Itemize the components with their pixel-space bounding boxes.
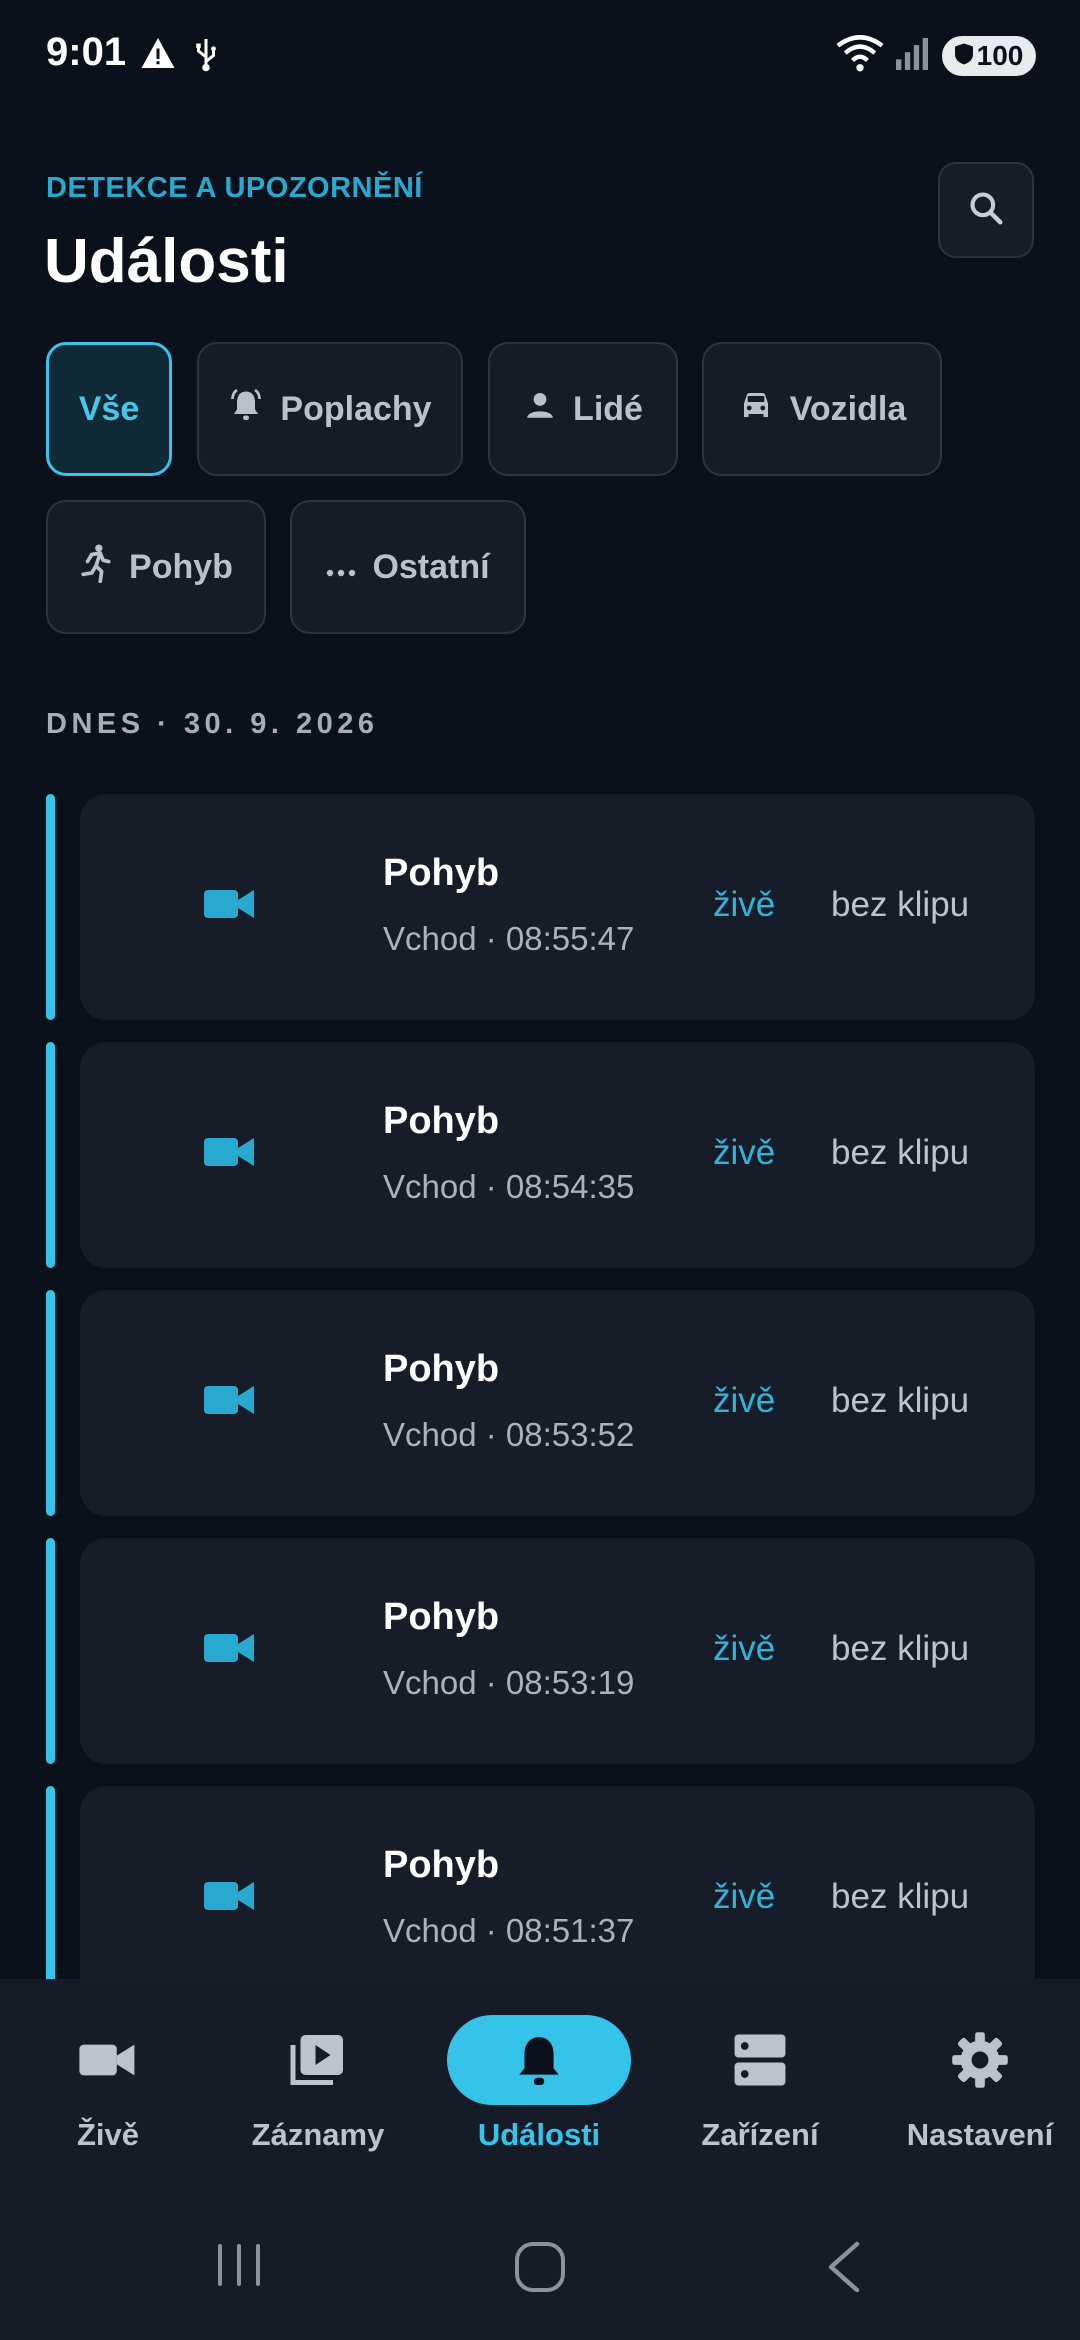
filter-label: Poplachy — [280, 389, 432, 428]
event-clip-status: bez klipu — [831, 1381, 970, 1420]
event-accent-bar — [46, 794, 55, 1020]
event-title: Pohyb — [383, 1596, 500, 1638]
video-camera-icon — [204, 1132, 256, 1177]
car-icon — [738, 388, 774, 431]
nav-label: Záznamy — [251, 2117, 385, 2152]
recent-apps-icon[interactable] — [214, 2240, 264, 2295]
nav-label: Zařízení — [701, 2117, 819, 2152]
status-bar: 9:01 100 — [0, 0, 1080, 110]
filter-chip-people[interactable]: Lidé — [488, 342, 678, 476]
event-title: Pohyb — [383, 1348, 500, 1390]
event-subtitle: Vchod · 08:54:35 — [383, 1168, 635, 1205]
event-subtitle: Vchod · 08:55:47 — [383, 920, 635, 957]
event-card[interactable]: Pohyb Vchod · 08:51:37 živě bez klipu — [80, 1786, 1035, 1979]
nav-item-events[interactable]: Události — [431, 1979, 647, 2199]
alarm-bell-icon — [228, 387, 264, 432]
event-live-link[interactable]: živě — [713, 1381, 775, 1421]
event-live-link[interactable]: živě — [713, 885, 775, 925]
gear-icon — [888, 2015, 1072, 2105]
filter-label: Vozidla — [789, 389, 907, 428]
video-camera-icon — [204, 1380, 256, 1425]
section-eyebrow: DETEKCE A UPOZORNĚNÍ — [46, 172, 423, 204]
warning-icon — [140, 36, 176, 75]
bell-icon — [447, 2015, 631, 2105]
event-card[interactable]: Pohyb Vchod · 08:53:19 živě bez klipu — [80, 1538, 1035, 1764]
event-card[interactable]: Pohyb Vchod · 08:55:47 živě bez klipu — [80, 794, 1035, 1020]
filter-chip-vehicles[interactable]: Vozidla — [702, 342, 942, 476]
search-icon — [967, 189, 1005, 232]
filter-label: Vše — [78, 389, 140, 428]
event-title: Pohyb — [383, 1844, 500, 1886]
video-camera-icon — [204, 1876, 256, 1921]
event-item[interactable]: Pohyb Vchod · 08:53:52 živě bez klipu — [0, 1290, 1080, 1516]
nav-item-live[interactable]: Živě — [0, 1979, 216, 2199]
filter-label: Lidé — [573, 389, 643, 428]
event-item[interactable]: Pohyb Vchod · 08:51:37 živě bez klipu — [0, 1786, 1080, 1979]
event-list: Pohyb Vchod · 08:55:47 živě bez klipu Po… — [0, 794, 1080, 1979]
event-live-link[interactable]: živě — [713, 1133, 775, 1173]
video-camera-icon — [16, 2015, 200, 2105]
event-clip-status: bez klipu — [831, 1877, 970, 1916]
event-accent-bar — [46, 1042, 55, 1268]
filter-chip-alarms[interactable]: Poplachy — [197, 342, 463, 476]
filter-chip-other[interactable]: Ostatní — [290, 500, 526, 634]
event-item[interactable]: Pohyb Vchod · 08:53:19 živě bez klipu — [0, 1538, 1080, 1764]
devices-icon — [668, 2015, 852, 2105]
event-live-link[interactable]: živě — [713, 1877, 775, 1917]
event-item[interactable]: Pohyb Vchod · 08:54:35 živě bez klipu — [0, 1042, 1080, 1268]
nav-item-recordings[interactable]: Záznamy — [210, 1979, 426, 2199]
event-clip-status: bez klipu — [831, 1133, 970, 1172]
signal-icon — [894, 38, 930, 75]
event-subtitle: Vchod · 08:53:52 — [383, 1416, 635, 1453]
search-button[interactable] — [938, 162, 1034, 258]
nav-label: Živě — [76, 2117, 140, 2152]
event-clip-status: bez klipu — [831, 1629, 970, 1668]
back-icon[interactable] — [823, 2240, 863, 2299]
person-icon — [523, 388, 557, 431]
nav-label: Nastavení — [906, 2117, 1054, 2152]
recordings-icon — [226, 2015, 410, 2105]
event-subtitle: Vchod · 08:53:19 — [383, 1664, 635, 1701]
event-accent-bar — [46, 1786, 55, 1979]
event-title: Pohyb — [383, 852, 500, 894]
event-live-link[interactable]: živě — [713, 1629, 775, 1669]
nav-item-settings[interactable]: Nastavení — [872, 1979, 1080, 2199]
more-dots-icon — [326, 548, 356, 587]
filter-label: Pohyb — [129, 547, 233, 586]
battery-indicator: 100 — [942, 36, 1036, 76]
running-person-icon — [79, 543, 113, 592]
event-subtitle: Vchod · 08:51:37 — [383, 1912, 635, 1949]
home-icon[interactable] — [513, 2240, 567, 2299]
event-card[interactable]: Pohyb Vchod · 08:54:35 živě bez klipu — [80, 1042, 1035, 1268]
filter-chip-all[interactable]: Vše — [46, 342, 172, 476]
usb-icon — [192, 36, 220, 77]
video-camera-icon — [204, 884, 256, 929]
nav-label: Události — [477, 2117, 601, 2152]
event-clip-status: bez klipu — [831, 885, 970, 924]
event-item[interactable]: Pohyb Vchod · 08:55:47 živě bez klipu — [0, 794, 1080, 1020]
video-camera-icon — [204, 1628, 256, 1673]
page-title: Události — [44, 227, 289, 296]
event-title: Pohyb — [383, 1100, 500, 1142]
filter-chip-motion[interactable]: Pohyb — [46, 500, 266, 634]
battery-level: 100 — [976, 40, 1024, 71]
event-card[interactable]: Pohyb Vchod · 08:53:52 živě bez klipu — [80, 1290, 1035, 1516]
status-time: 9:01 — [46, 30, 127, 74]
filter-label: Ostatní — [372, 547, 490, 586]
date-section-label: DNES · 30. 9. 2026 — [46, 708, 379, 740]
event-accent-bar — [46, 1538, 55, 1764]
event-accent-bar — [46, 1290, 55, 1516]
battery-icon — [954, 40, 973, 72]
wifi-icon — [836, 34, 884, 77]
events-screen: 9:01 100 DETEKCE A UPOZORNĚNÍ Události V… — [0, 0, 1080, 2340]
nav-item-devices[interactable]: Zařízení — [652, 1979, 868, 2199]
